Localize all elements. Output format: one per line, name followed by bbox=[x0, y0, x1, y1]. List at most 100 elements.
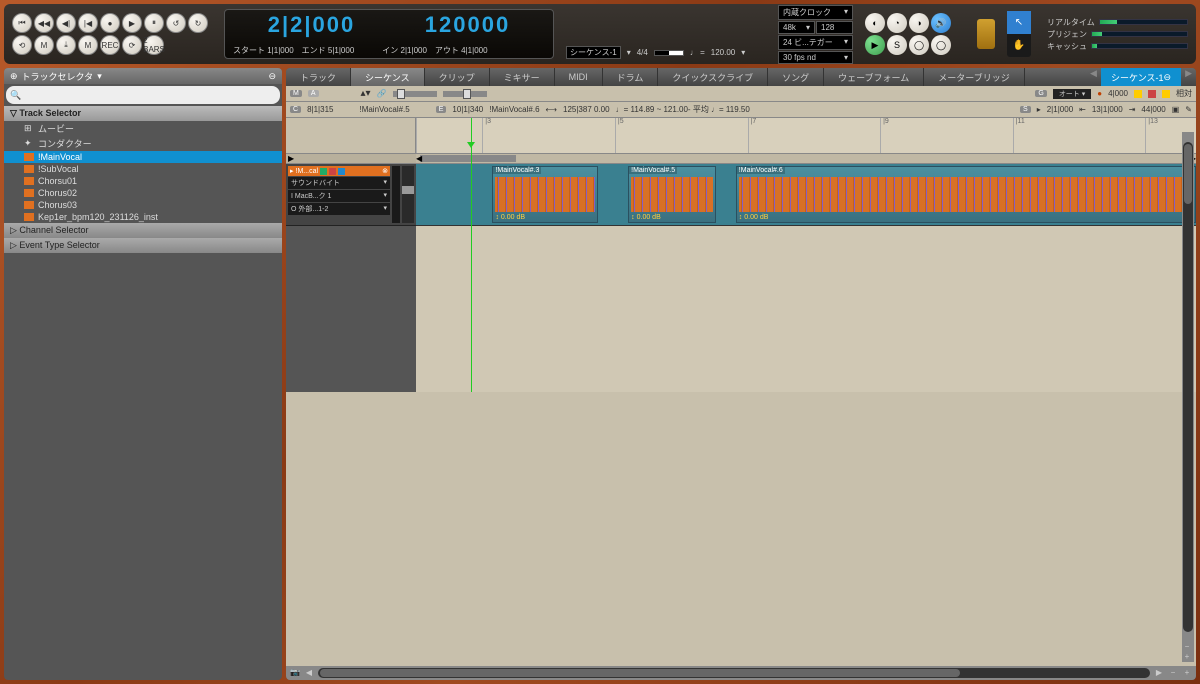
transport-btn-1[interactable]: ◀◀ bbox=[34, 13, 54, 33]
link-icon[interactable]: 🔗 bbox=[377, 89, 387, 98]
transport-btn-5[interactable]: ▶ bbox=[122, 13, 142, 33]
marker-yellow[interactable] bbox=[1134, 90, 1142, 98]
zoom-out[interactable]: − bbox=[1168, 668, 1178, 678]
transport-btn-13[interactable]: REC bbox=[100, 35, 120, 55]
solo-button[interactable]: S bbox=[887, 35, 907, 55]
playhead[interactable] bbox=[471, 118, 472, 392]
sidebar-track-0[interactable]: !MainVocal bbox=[4, 151, 282, 163]
zoom-slider-2[interactable] bbox=[443, 91, 487, 97]
clock-source-dropdown[interactable]: 内蔵クロック▾ bbox=[778, 5, 853, 20]
tab-8[interactable]: ウェーブフォーム bbox=[824, 68, 924, 86]
transport-btn-6[interactable]: ⏸ bbox=[144, 13, 164, 33]
tab-6[interactable]: クイックスクライブ bbox=[658, 68, 768, 86]
pointer-tool[interactable]: ↖ bbox=[1007, 11, 1031, 34]
transport-btn-14[interactable]: ⟳ bbox=[122, 35, 142, 55]
track-selector-header[interactable]: ▽ Track Selector bbox=[4, 106, 282, 121]
bit-depth-dropdown[interactable]: 24 ビ...テガー▾ bbox=[778, 35, 853, 50]
transport-btn-4[interactable]: ● bbox=[100, 13, 120, 33]
a-badge[interactable]: A bbox=[308, 90, 319, 97]
audio-clip-1[interactable]: !MainVocal#.50.00 dB bbox=[628, 166, 715, 223]
audio-clip-0[interactable]: !MainVocal#.30.00 dB bbox=[492, 166, 597, 223]
sidebar-track-2[interactable]: Chorsu01 bbox=[4, 175, 282, 187]
fps-dropdown[interactable]: 30 fps nd▾ bbox=[778, 51, 853, 64]
input-dropdown[interactable]: I MacB...ク 1▾ bbox=[288, 190, 390, 202]
sample-rate-dropdown[interactable]: 48k▾ bbox=[778, 21, 815, 34]
marker-yellow-2[interactable] bbox=[1162, 90, 1170, 98]
hand-tool[interactable]: ✋ bbox=[1007, 34, 1031, 57]
event-type-selector-header[interactable]: ▷ Event Type Selector bbox=[4, 238, 282, 253]
tool-btn-3[interactable]: ◑ bbox=[909, 13, 929, 33]
audio-track-icon bbox=[24, 153, 34, 161]
clip-lane-mainvocal[interactable]: !MainVocal#.30.00 dB !MainVocal#.50.00 dB… bbox=[416, 164, 1196, 226]
sidebar-track-4[interactable]: Chorus03 bbox=[4, 199, 282, 211]
clip-icon[interactable] bbox=[977, 19, 995, 49]
transport-btn-10[interactable]: M bbox=[34, 35, 54, 55]
scroll-left[interactable]: ◀ bbox=[304, 668, 314, 678]
timeline-area: ▶ ▸!M...cal⊗ サウンドバイト▾ I MacB...ク 1▾ O 外部… bbox=[286, 118, 1196, 392]
overview-thumb[interactable] bbox=[420, 155, 516, 162]
tab-3[interactable]: ミキサー bbox=[490, 68, 555, 86]
transport-btn-12[interactable]: M bbox=[78, 35, 98, 55]
transport-btn-2[interactable]: ◀| bbox=[56, 13, 76, 33]
zoom-slider-1[interactable] bbox=[393, 91, 437, 97]
tool-btn-7[interactable]: ◯ bbox=[931, 35, 951, 55]
tab-7[interactable]: ソング bbox=[768, 68, 824, 86]
tab-scroll-right[interactable]: ▶ bbox=[1181, 68, 1196, 86]
transport-btn-3[interactable]: |◀ bbox=[78, 13, 98, 33]
search-input[interactable]: 🔍 Q bbox=[6, 86, 280, 104]
sidebar-track-5[interactable]: Kep1er_bpm120_231126_inst bbox=[4, 211, 282, 223]
sidebar-track-3[interactable]: Chorus02 bbox=[4, 187, 282, 199]
track-header-mainvocal[interactable]: ▸!M...cal⊗ サウンドバイト▾ I MacB...ク 1▾ O 外部..… bbox=[286, 164, 416, 226]
auto-dropdown[interactable]: オート ▾ bbox=[1053, 89, 1091, 99]
tab-4[interactable]: MIDI bbox=[555, 68, 603, 86]
buffer-dropdown[interactable]: 128 bbox=[816, 21, 853, 34]
scroll-right[interactable]: ▶ bbox=[1154, 668, 1164, 678]
tab-1[interactable]: シーケンス bbox=[351, 68, 425, 86]
main-time-2[interactable]: 120000 bbox=[425, 12, 510, 38]
snapshot-icon[interactable]: 📷 bbox=[290, 668, 300, 678]
tab-9[interactable]: メーターブリッジ bbox=[924, 68, 1024, 86]
soundbite-dropdown[interactable]: サウンドバイト▾ bbox=[288, 177, 390, 189]
pointer-tools: ↖ ✋ bbox=[1007, 11, 1031, 57]
s-badge[interactable]: S bbox=[1020, 106, 1031, 113]
tab-0[interactable]: トラック bbox=[286, 68, 351, 86]
tool-icon[interactable]: ▣ bbox=[1172, 105, 1180, 114]
transport-btn-15[interactable]: 2 BARS bbox=[144, 35, 164, 55]
sequence-dropdown[interactable]: シーケンス-1 bbox=[566, 46, 621, 59]
sidebar-track-1[interactable]: !SubVocal bbox=[4, 163, 282, 175]
channel-selector-header[interactable]: ▷ Channel Selector bbox=[4, 223, 282, 238]
tab-5[interactable]: ドラム bbox=[603, 68, 659, 86]
transport-btn-11[interactable]: ⤓ bbox=[56, 35, 76, 55]
c-badge[interactable]: C bbox=[290, 106, 301, 113]
transport-btn-7[interactable]: ↺ bbox=[166, 13, 186, 33]
click-pattern[interactable] bbox=[654, 50, 684, 56]
zoom-in[interactable]: + bbox=[1182, 668, 1192, 678]
transport-btn-8[interactable]: ↻ bbox=[188, 13, 208, 33]
track-fader[interactable] bbox=[402, 166, 414, 223]
tab-2[interactable]: クリップ bbox=[425, 68, 490, 86]
movie-track[interactable]: ⊞ムービー bbox=[4, 121, 282, 136]
tool-btn-6[interactable]: ◯ bbox=[909, 35, 929, 55]
m-badge[interactable]: M bbox=[290, 90, 302, 97]
tool-btn-4[interactable]: 🔊 bbox=[931, 13, 951, 33]
audio-clip-2[interactable]: !MainVocal#.60.00 dB bbox=[736, 166, 1196, 223]
h-scrollbar[interactable] bbox=[318, 668, 1150, 678]
sequence-tab[interactable]: シーケンス-1 ⊖ bbox=[1101, 68, 1181, 86]
overview-ruler[interactable]: ◀ ▶ bbox=[416, 154, 1196, 164]
transport-btn-0[interactable]: ⏮ bbox=[12, 13, 32, 33]
time-ruler[interactable]: |3|5|7|9|11|13 bbox=[416, 118, 1196, 154]
tab-scroll-left[interactable]: ◀ bbox=[1086, 68, 1101, 86]
tool-icon-2[interactable]: ✎ bbox=[1185, 105, 1192, 114]
transport-btn-9[interactable]: ⟲ bbox=[12, 35, 32, 55]
conductor-track[interactable]: ✦コンダクター bbox=[4, 136, 282, 151]
output-dropdown[interactable]: O 外部...1-2▾ bbox=[288, 203, 390, 215]
play-button[interactable]: ▶ bbox=[865, 35, 885, 55]
tool-btn-1[interactable]: ◐ bbox=[865, 13, 885, 33]
g-badge[interactable]: G bbox=[1035, 90, 1046, 97]
v-scrollbar[interactable]: −+ bbox=[1182, 132, 1194, 662]
e-badge[interactable]: E bbox=[436, 106, 447, 113]
marker-red[interactable] bbox=[1148, 90, 1156, 98]
main-time-1[interactable]: 2|2|000 bbox=[268, 12, 356, 38]
tool-btn-2[interactable]: ◔ bbox=[887, 13, 907, 33]
timeline-content[interactable]: |3|5|7|9|11|13 ◀ ▶ !MainVocal#.30.00 dB!… bbox=[416, 118, 1196, 392]
